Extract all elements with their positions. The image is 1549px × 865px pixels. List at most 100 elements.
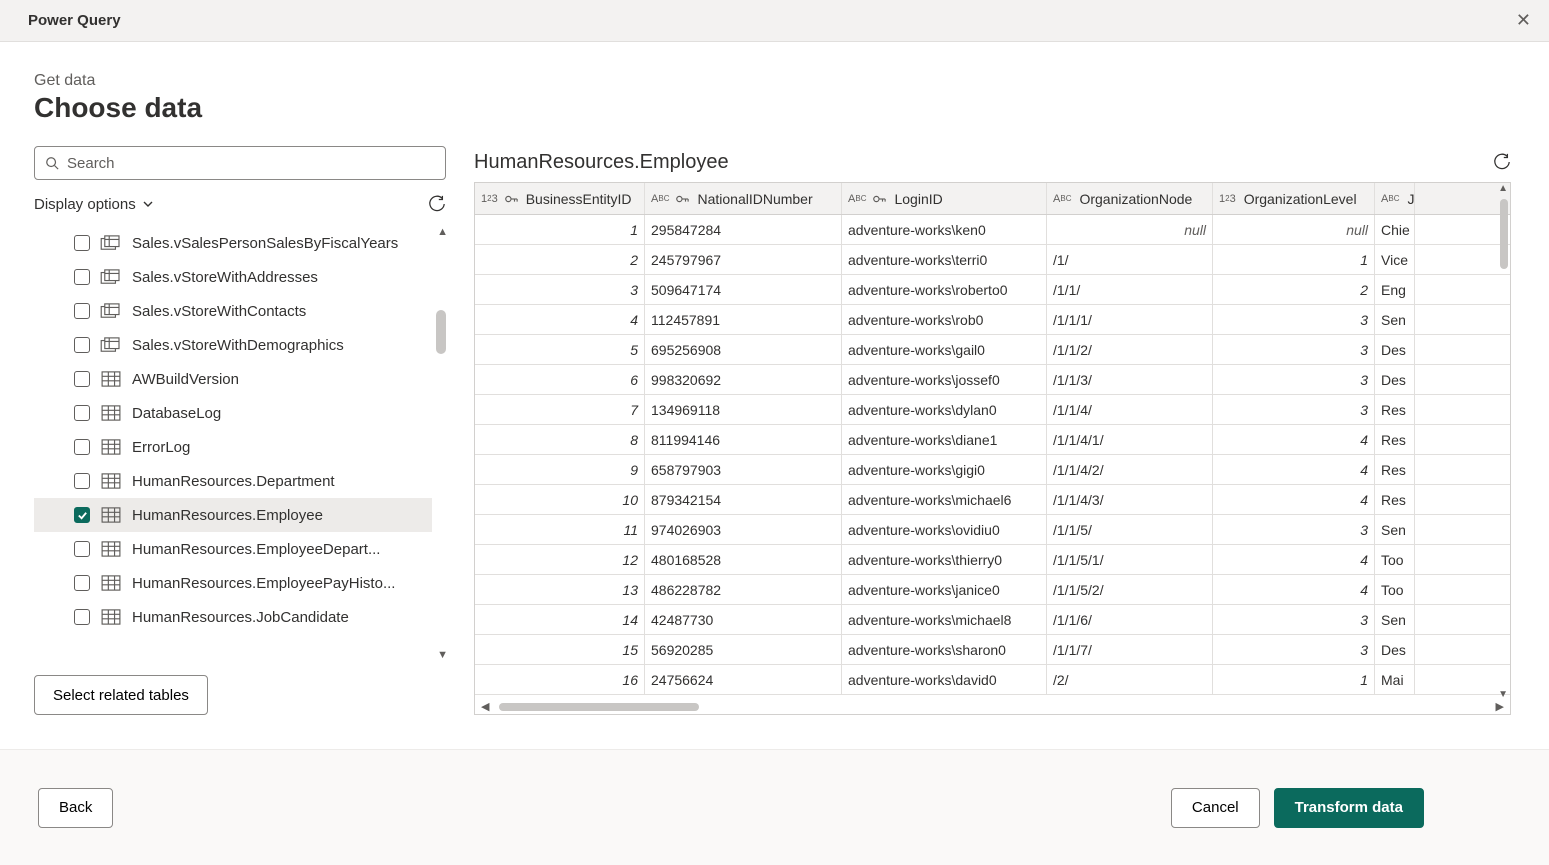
- column-header[interactable]: ABCLoginID: [842, 183, 1047, 214]
- column-header[interactable]: 123BusinessEntityID: [475, 183, 645, 214]
- grid-cell: Res: [1375, 485, 1415, 514]
- footer-bar: Back Cancel Transform data: [0, 749, 1549, 865]
- grid-scroll-right-icon[interactable]: ▶: [1496, 700, 1504, 713]
- refresh-preview-icon[interactable]: [1493, 153, 1511, 171]
- grid-scroll-down-icon[interactable]: ▼: [1498, 689, 1508, 700]
- table-row[interactable]: 7134969118adventure-works\dylan0/1/1/4/3…: [475, 395, 1511, 425]
- grid-cell: 6: [475, 365, 645, 394]
- tree-checkbox[interactable]: [74, 337, 90, 353]
- grid-cell: adventure-works\janice0: [842, 575, 1047, 604]
- column-header[interactable]: 123OrganizationLevel: [1213, 183, 1375, 214]
- tree-item[interactable]: AWBuildVersion: [34, 362, 432, 396]
- tree-item[interactable]: HumanResources.Employee: [34, 498, 432, 532]
- table-row[interactable]: 1624756624adventure-works\david0/2/1Mai: [475, 665, 1511, 695]
- table-row[interactable]: 1556920285adventure-works\sharon0/1/1/7/…: [475, 635, 1511, 665]
- tree-item-label: HumanResources.JobCandidate: [132, 609, 432, 626]
- tree-item[interactable]: HumanResources.EmployeePayHisto...: [34, 566, 432, 600]
- grid-hscroll-thumb[interactable]: [499, 703, 699, 711]
- tree-checkbox[interactable]: [74, 575, 90, 591]
- grid-cell: adventure-works\michael6: [842, 485, 1047, 514]
- tree-scrollbar[interactable]: ▲ ▼: [436, 226, 446, 661]
- table-row[interactable]: 1442487730adventure-works\michael8/1/1/6…: [475, 605, 1511, 635]
- page-title: Choose data: [34, 92, 1511, 124]
- grid-cell: 12: [475, 545, 645, 574]
- grid-cell: Res: [1375, 425, 1415, 454]
- column-header[interactable]: ABCNationalIDNumber: [645, 183, 842, 214]
- table-row[interactable]: 4112457891adventure-works\rob0/1/1/1/3Se…: [475, 305, 1511, 335]
- column-header-label: JobTitle: [1407, 191, 1415, 207]
- display-options-dropdown[interactable]: Display options: [34, 196, 154, 213]
- grid-vertical-scrollbar[interactable]: ▲ ▼: [1498, 183, 1510, 700]
- grid-cell: 3: [1213, 335, 1375, 364]
- tree-checkbox[interactable]: [74, 507, 90, 523]
- tree-item[interactable]: Sales.vStoreWithDemographics: [34, 328, 432, 362]
- grid-cell: /1/1/4/1/: [1047, 425, 1213, 454]
- grid-scroll-up-icon[interactable]: ▲: [1498, 183, 1508, 194]
- grid-cell: 4: [1213, 575, 1375, 604]
- tree-checkbox[interactable]: [74, 405, 90, 421]
- cancel-button[interactable]: Cancel: [1171, 788, 1260, 828]
- table-row[interactable]: 3509647174adventure-works\roberto0/1/1/2…: [475, 275, 1511, 305]
- tree-item[interactable]: Sales.vStoreWithContacts: [34, 294, 432, 328]
- table-row[interactable]: 6998320692adventure-works\jossef0/1/1/3/…: [475, 365, 1511, 395]
- tree-checkbox[interactable]: [74, 609, 90, 625]
- grid-vscroll-thumb[interactable]: [1500, 199, 1508, 269]
- tree-item[interactable]: Sales.vSalesPersonSalesByFiscalYears: [34, 226, 432, 260]
- table-row[interactable]: 1295847284adventure-works\ken0nullnullCh…: [475, 215, 1511, 245]
- tree-item[interactable]: DatabaseLog: [34, 396, 432, 430]
- table-row[interactable]: 8811994146adventure-works\diane1/1/1/4/1…: [475, 425, 1511, 455]
- grid-cell: adventure-works\sharon0: [842, 635, 1047, 664]
- tree-scroll-thumb[interactable]: [436, 310, 446, 354]
- grid-horizontal-scrollbar[interactable]: ◀ ▶: [475, 700, 1510, 714]
- scroll-down-icon[interactable]: ▼: [437, 649, 446, 661]
- tree-checkbox[interactable]: [74, 439, 90, 455]
- tree-item[interactable]: HumanResources.JobCandidate: [34, 600, 432, 634]
- grid-cell: 10: [475, 485, 645, 514]
- grid-cell: 5: [475, 335, 645, 364]
- title-bar: Power Query ✕: [0, 0, 1549, 42]
- tree-item[interactable]: Sales.vStoreWithAddresses: [34, 260, 432, 294]
- number-type-icon: 123: [481, 193, 498, 205]
- column-header[interactable]: ABCOrganizationNode: [1047, 183, 1213, 214]
- grid-cell: Des: [1375, 335, 1415, 364]
- grid-cell: adventure-works\thierry0: [842, 545, 1047, 574]
- grid-cell: 9: [475, 455, 645, 484]
- grid-cell: Too: [1375, 575, 1415, 604]
- tree-checkbox[interactable]: [74, 371, 90, 387]
- tree-item[interactable]: ErrorLog: [34, 430, 432, 464]
- grid-cell: adventure-works\michael8: [842, 605, 1047, 634]
- table-tree[interactable]: Sales.vSalesPersonSalesByFiscalYearsSale…: [34, 226, 446, 661]
- table-row[interactable]: 5695256908adventure-works\gail0/1/1/2/3D…: [475, 335, 1511, 365]
- grid-cell: null: [1213, 215, 1375, 244]
- tree-item[interactable]: HumanResources.Department: [34, 464, 432, 498]
- scroll-up-icon[interactable]: ▲: [437, 226, 446, 238]
- tree-checkbox[interactable]: [74, 473, 90, 489]
- tree-checkbox[interactable]: [74, 235, 90, 251]
- search-box[interactable]: [34, 146, 446, 180]
- table-icon: [100, 507, 122, 523]
- table-row[interactable]: 10879342154adventure-works\michael6/1/1/…: [475, 485, 1511, 515]
- tree-checkbox[interactable]: [74, 303, 90, 319]
- search-input[interactable]: [67, 155, 435, 172]
- preview-grid[interactable]: 123BusinessEntityIDABCNationalIDNumberAB…: [475, 183, 1511, 695]
- tree-item-label: HumanResources.Department: [132, 473, 432, 490]
- table-row[interactable]: 13486228782adventure-works\janice0/1/1/5…: [475, 575, 1511, 605]
- table-row[interactable]: 11974026903adventure-works\ovidiu0/1/1/5…: [475, 515, 1511, 545]
- grid-cell: Sen: [1375, 515, 1415, 544]
- key-icon: [504, 192, 518, 206]
- breadcrumb-subtitle: Get data: [34, 72, 1511, 90]
- table-row[interactable]: 9658797903adventure-works\gigi0/1/1/4/2/…: [475, 455, 1511, 485]
- transform-data-button[interactable]: Transform data: [1274, 788, 1424, 828]
- tree-checkbox[interactable]: [74, 269, 90, 285]
- table-row[interactable]: 2245797967adventure-works\terri0/1/1Vice: [475, 245, 1511, 275]
- tree-item[interactable]: HumanResources.EmployeeDepart...: [34, 532, 432, 566]
- back-button[interactable]: Back: [38, 788, 113, 828]
- select-related-tables-button[interactable]: Select related tables: [34, 675, 208, 715]
- table-row[interactable]: 12480168528adventure-works\thierry0/1/1/…: [475, 545, 1511, 575]
- tree-checkbox[interactable]: [74, 541, 90, 557]
- table-icon: [100, 371, 122, 387]
- grid-scroll-left-icon[interactable]: ◀: [481, 700, 489, 713]
- close-icon[interactable]: ✕: [1510, 6, 1537, 35]
- column-header[interactable]: ABCJobTitle: [1375, 183, 1415, 214]
- refresh-tree-icon[interactable]: [428, 195, 446, 213]
